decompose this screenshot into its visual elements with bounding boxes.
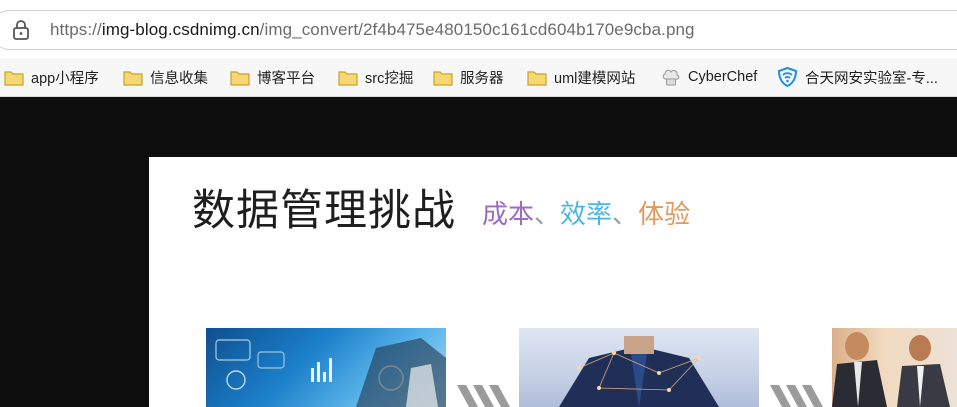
slide-image: 数据管理挑战 成本、效率、体验 xyxy=(149,157,957,407)
bookmark-label: 服务器 xyxy=(460,70,504,87)
bookmark-hetian-lab[interactable]: 合天网安实验室-专... xyxy=(777,64,938,90)
subtitle-efficiency: 效率 xyxy=(560,199,613,229)
bookmark-cyberchef[interactable]: CyberChef xyxy=(661,64,757,90)
shield-wifi-icon xyxy=(777,67,798,87)
chef-hat-icon xyxy=(662,69,680,86)
slide-subtitle: 成本、效率、体验 xyxy=(482,197,690,231)
bookmark-blog-platform[interactable]: 博客平台 xyxy=(230,64,315,90)
slide-title: 数据管理挑战 xyxy=(192,187,456,235)
tech-data-photo xyxy=(206,328,446,407)
bookmark-label: 合天网安实验室-专... xyxy=(805,70,938,87)
url-text[interactable]: https://img-blog.csdnimg.cn/img_convert/… xyxy=(50,18,695,42)
url-host: img-blog.csdnimg.cn xyxy=(101,20,260,39)
business-team-photo xyxy=(832,328,957,407)
image-viewer-area: 数据管理挑战 成本、效率、体验 xyxy=(0,97,957,407)
bookmark-label: src挖掘 xyxy=(365,70,414,87)
bookmark-label: app小程序 xyxy=(31,70,99,87)
chevron-arrows-icon xyxy=(770,385,823,407)
subtitle-cost: 成本 xyxy=(482,199,535,229)
address-bar: https://img-blog.csdnimg.cn/img_convert/… xyxy=(0,0,957,58)
folder-icon xyxy=(4,70,24,86)
subtitle-separator: 、 xyxy=(612,199,639,229)
businessman-network-photo xyxy=(519,328,759,407)
bookmarks-bar: app小程序 信息收集 博客平台 src挖掘 服务器 uml建模网站 Cyber… xyxy=(0,58,957,97)
bookmark-label: CyberChef xyxy=(688,69,758,85)
folder-icon xyxy=(123,70,143,86)
bookmark-label: uml建模网站 xyxy=(554,70,636,87)
subtitle-separator: 、 xyxy=(534,199,561,229)
subtitle-experience: 体验 xyxy=(638,199,691,229)
url-path: /img_convert/2f4b475e480150c161cd604b170… xyxy=(259,20,695,39)
folder-icon xyxy=(527,70,547,86)
folder-icon xyxy=(230,70,250,86)
bookmark-label: 信息收集 xyxy=(150,70,208,87)
bookmark-label: 博客平台 xyxy=(257,70,315,87)
lock-icon[interactable] xyxy=(12,19,30,41)
bookmark-src-mining[interactable]: src挖掘 xyxy=(338,64,413,90)
chevron-arrows-icon xyxy=(457,385,510,407)
bookmark-server[interactable]: 服务器 xyxy=(433,64,504,90)
folder-icon xyxy=(433,70,453,86)
bookmark-app-miniprogram[interactable]: app小程序 xyxy=(4,64,99,90)
bookmark-uml-modeling[interactable]: uml建模网站 xyxy=(527,64,635,90)
folder-icon xyxy=(338,70,358,86)
bookmark-info-gathering[interactable]: 信息收集 xyxy=(123,64,208,90)
url-scheme: https:// xyxy=(50,20,102,39)
